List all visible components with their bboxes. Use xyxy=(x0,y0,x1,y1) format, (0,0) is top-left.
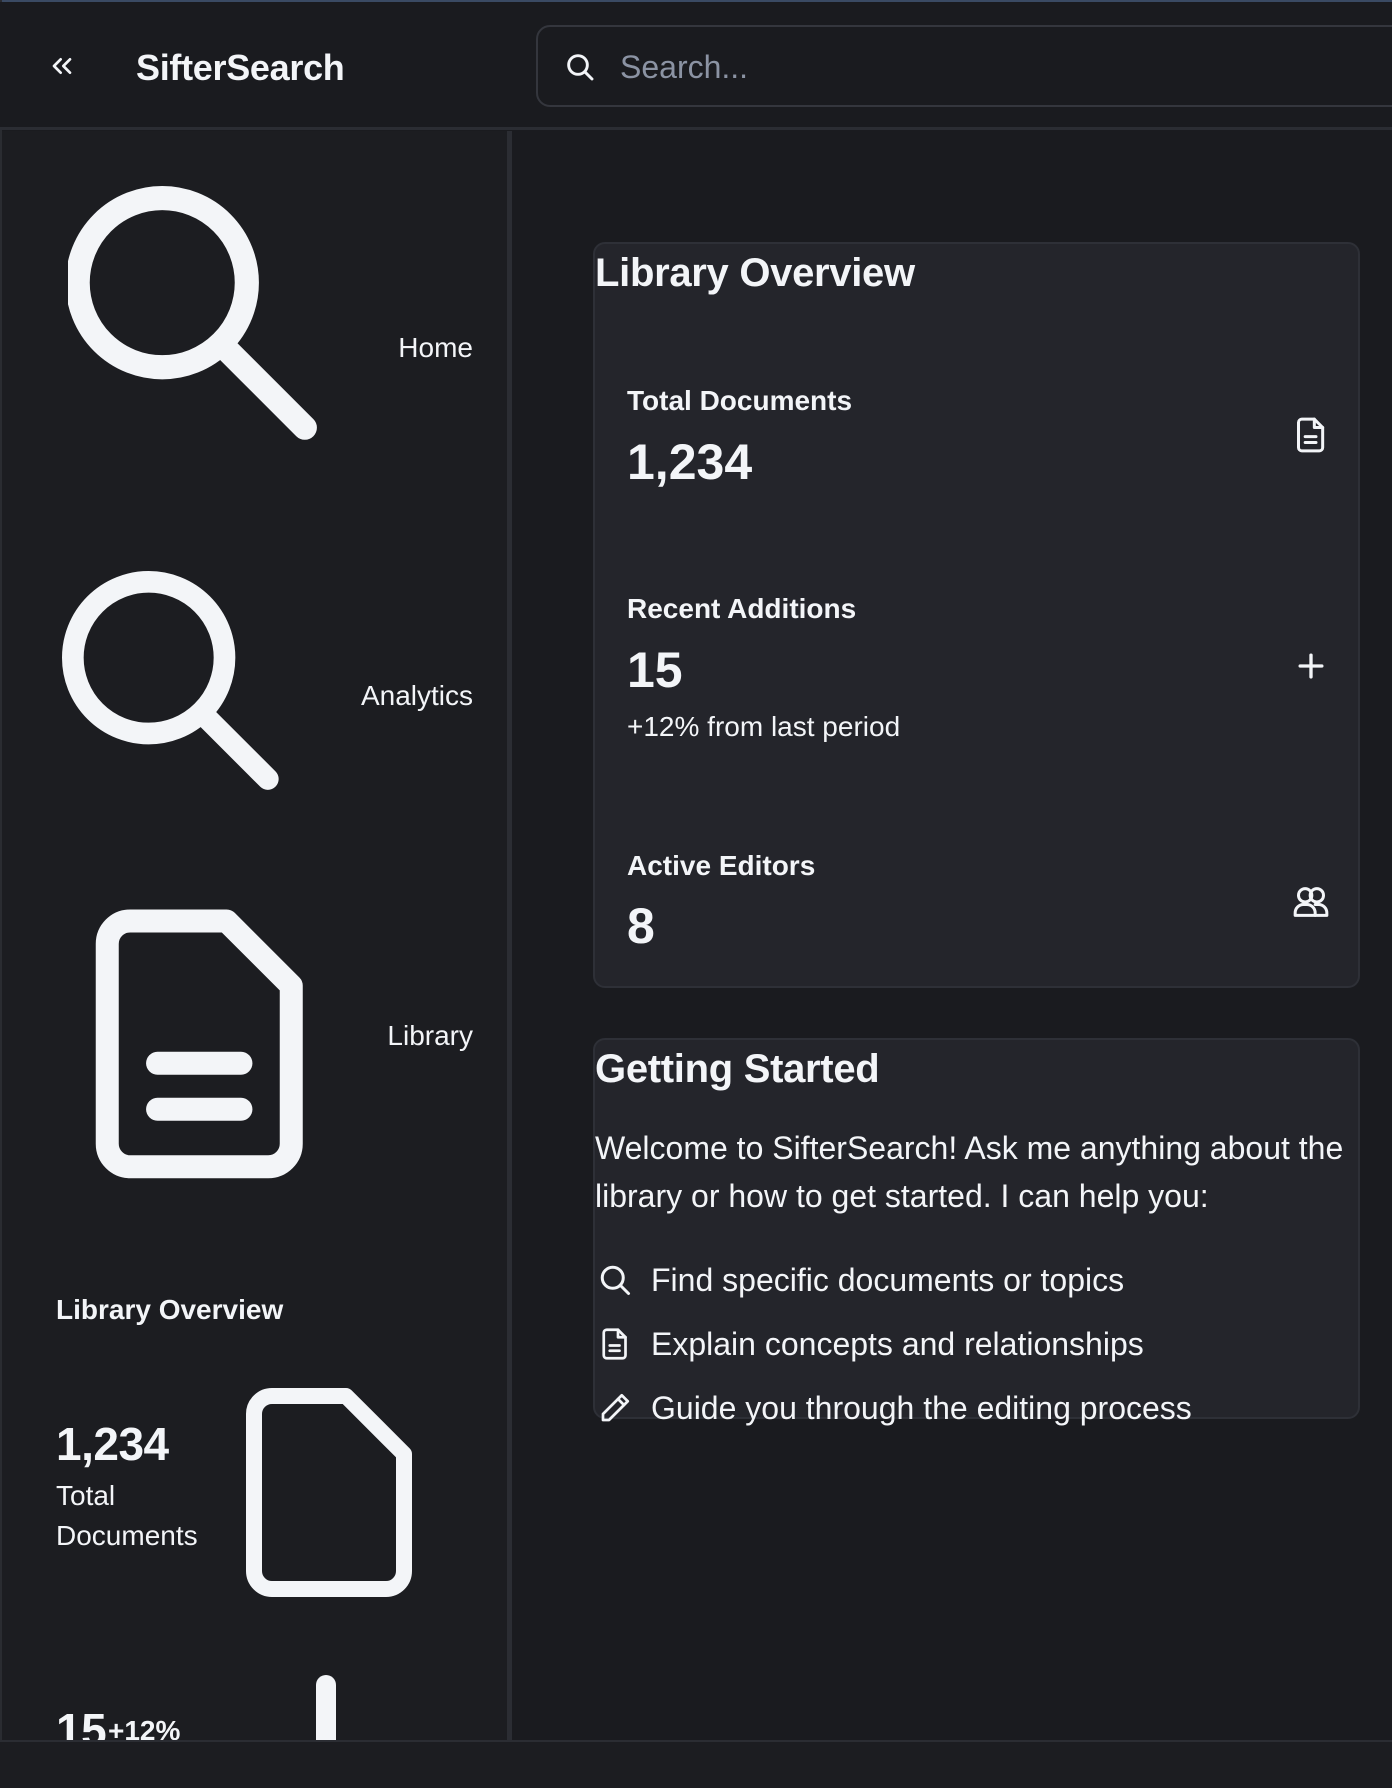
plus-icon xyxy=(1298,653,1324,679)
stat-value: 8 xyxy=(627,898,655,954)
document-icon xyxy=(95,909,303,1179)
library-overview-card: Library Overview Total Documents 1,234 R… xyxy=(593,242,1360,988)
sidebar-total-documents-label: Total Documents xyxy=(56,1480,198,1551)
bottom-bar xyxy=(0,1740,1392,1788)
library-overview-title: Library Overview xyxy=(595,251,915,295)
sidebar-overview-title: Library Overview xyxy=(56,1294,284,1325)
help-item: Explain concepts and relationships xyxy=(595,1322,1355,1366)
file-icon xyxy=(246,1388,412,1597)
getting-started-description: Welcome to SifterSearch! Ask me anything… xyxy=(595,1130,1344,1214)
help-item-text: Guide you through the editing process xyxy=(651,1390,1192,1426)
sidebar-item-analytics[interactable]: Analytics xyxy=(2,571,507,831)
main-content: Library Overview Total Documents 1,234 R… xyxy=(512,131,1392,1740)
plus-icon xyxy=(316,1675,336,1743)
search-input[interactable] xyxy=(618,41,1322,93)
stat-label: Total Documents xyxy=(627,385,853,416)
getting-started-card: Getting Started Welcome to SifterSearch!… xyxy=(593,1038,1360,1426)
stat-value: 1,234 xyxy=(627,434,753,490)
search-icon xyxy=(600,1265,630,1295)
collapse-sidebar-button[interactable] xyxy=(42,46,82,86)
sidebar-item-home[interactable]: Home xyxy=(2,186,507,476)
stat-value: 15 xyxy=(627,642,683,698)
sidebar-total-documents-value: 1,234 xyxy=(56,1418,169,1470)
users-icon xyxy=(1293,887,1329,917)
search-icon xyxy=(567,54,594,81)
search-bar[interactable] xyxy=(536,25,1392,107)
sidebar: Home Analytics Library Library Overview … xyxy=(2,131,512,1756)
stat-label: Recent Additions xyxy=(627,593,857,624)
app-title[interactable]: SifterSearch xyxy=(136,46,345,90)
document-icon xyxy=(602,1328,627,1360)
top-header: SifterSearch xyxy=(0,2,1392,130)
help-item-text: Explain concepts and relationships xyxy=(651,1326,1144,1362)
sidebar-item-label: Analytics xyxy=(360,680,473,711)
help-item-text: Find specific documents or topics xyxy=(651,1262,1125,1298)
stat-label: Active Editors xyxy=(627,850,816,881)
sidebar-item-label: Library xyxy=(387,1020,473,1051)
getting-started-title: Getting Started xyxy=(595,1047,880,1091)
search-icon xyxy=(62,571,279,790)
search-icon xyxy=(68,186,317,440)
help-item: Guide you through the editing process xyxy=(595,1386,1355,1430)
chevrons-left-icon xyxy=(52,57,72,74)
sidebar-item-library[interactable]: Library xyxy=(2,901,507,1191)
document-icon xyxy=(1297,417,1325,453)
help-item: Find specific documents or topics xyxy=(595,1258,1355,1302)
stat-change: +12% from last period xyxy=(627,711,901,742)
sidebar-item-label: Home xyxy=(398,332,473,363)
pencil-icon xyxy=(601,1393,630,1422)
